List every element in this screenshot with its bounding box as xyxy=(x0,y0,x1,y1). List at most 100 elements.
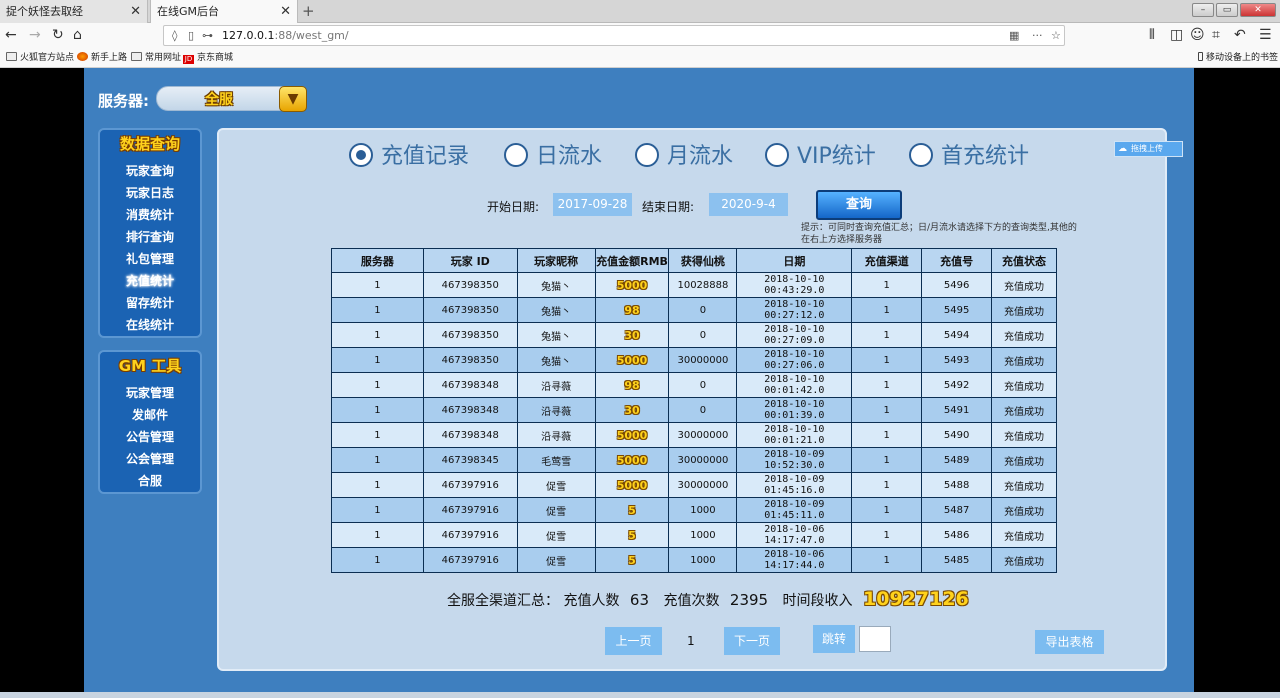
tab-label: 捉个妖怪去取经 xyxy=(6,5,83,18)
close-icon[interactable]: ✕ xyxy=(280,0,291,23)
more-icon[interactable]: ··· xyxy=(1032,26,1043,45)
sidebar-item-gift[interactable]: 礼包管理 xyxy=(100,248,200,270)
sidebar-item-mail[interactable]: 发邮件 xyxy=(100,404,200,426)
sidebar-item-consumption[interactable]: 消费统计 xyxy=(100,204,200,226)
table-cell: 1 xyxy=(851,422,923,448)
sidebar-item-retention[interactable]: 留存统计 xyxy=(100,292,200,314)
sidebar-icon[interactable]: ◫ xyxy=(1170,26,1183,44)
table-cell: 促雪 xyxy=(516,522,596,548)
cell-text: 毛莺雪 xyxy=(541,456,572,468)
jump-page-input[interactable] xyxy=(859,626,891,652)
cell-text: 1000 xyxy=(690,504,716,516)
radio-first-recharge[interactable]: 首充统计 xyxy=(909,142,1029,172)
table-cell: 1 xyxy=(331,422,424,448)
next-page-button[interactable]: 下一页 xyxy=(724,627,780,655)
summary-prefix: 全服全渠道汇总： xyxy=(447,593,559,609)
maximize-icon[interactable]: ▭ xyxy=(1216,3,1238,17)
chevron-down-icon[interactable]: ▼ xyxy=(279,86,307,112)
sidebar-item-notice[interactable]: 公告管理 xyxy=(100,426,200,448)
query-button[interactable]: 查询 xyxy=(816,190,902,220)
star-icon[interactable]: ☆ xyxy=(1051,26,1061,45)
amount-value: 5000 xyxy=(616,353,648,367)
folder-icon xyxy=(6,52,17,61)
bookmark-item[interactable]: 火狐官方站点 xyxy=(6,48,74,68)
upload-button[interactable]: ☁ 拖拽上传 xyxy=(1114,141,1183,157)
cell-text: 2018-10-10 00:27:12.0 xyxy=(764,299,825,321)
table-cell: 5 xyxy=(594,522,670,548)
table-cell: 2018-10-09 10:52:30.0 xyxy=(736,447,853,473)
cell-text: 1 xyxy=(883,379,890,391)
undo-icon[interactable]: ↶ xyxy=(1234,26,1246,44)
screenshot-icon[interactable]: ⌗ xyxy=(1212,26,1220,44)
tab-label: 在线GM后台 xyxy=(157,5,220,18)
cell-text: 30000000 xyxy=(677,429,729,441)
bookmark-item[interactable]: 常用网址 xyxy=(131,48,181,68)
table-cell: 充值成功 xyxy=(991,272,1057,298)
date-filter: 开始日期: 2017-09-28 结束日期: 2020-9-4 查询 xyxy=(219,190,1169,220)
gm-page: 服务器: 全服 ▼ 数据查询 玩家查询 玩家日志 消费统计 排行查询 礼包管理 … xyxy=(84,68,1194,698)
cell-text: 兔猫丶 xyxy=(541,281,572,293)
reload-icon[interactable]: ↻ xyxy=(52,26,64,44)
amount-value: 30 xyxy=(624,403,640,417)
cell-text: 1 xyxy=(883,454,890,466)
radio-daily-flow[interactable]: 日流水 xyxy=(504,142,602,172)
sidebar-item-recharge[interactable]: 充值统计 xyxy=(100,270,200,292)
mobile-bookmarks[interactable]: 移动设备上的书签 xyxy=(1198,48,1278,68)
server-select[interactable]: 全服 ▼ xyxy=(156,86,307,112)
cell-text: 1 xyxy=(883,554,890,566)
sidebar-item-guild[interactable]: 公会管理 xyxy=(100,448,200,470)
hint-text: 提示：可同时查询充值汇总；日/月流水请选择下方的查询类型,其他的在右上方选择服务… xyxy=(801,223,1077,245)
qr-code-icon[interactable]: ▦ xyxy=(1009,26,1019,45)
cell-text: 沿寻薇 xyxy=(541,431,572,443)
new-tab-icon[interactable]: + xyxy=(302,0,315,22)
export-button[interactable]: 导出表格 xyxy=(1035,630,1104,654)
table-cell: 2018-10-10 00:27:09.0 xyxy=(736,322,853,348)
sidebar-item-ranking[interactable]: 排行查询 xyxy=(100,226,200,248)
bookmark-item[interactable]: JD 京东商城 xyxy=(183,48,233,68)
cell-text: 0 xyxy=(699,304,707,316)
jump-button[interactable]: 跳转 xyxy=(813,625,855,653)
cell-text: 2018-10-06 14:17:47.0 xyxy=(764,524,825,546)
table-row: 1 467398345 毛莺雪 5000 30000000 2018-10-09 10:5… xyxy=(331,447,1057,473)
radio-icon xyxy=(504,143,528,167)
table-cell: 5000 xyxy=(594,472,670,498)
table-cell: 沿寻薇 xyxy=(516,422,596,448)
sidebar-item-player-query[interactable]: 玩家查询 xyxy=(100,160,200,182)
radio-recharge-record[interactable]: 充值记录 xyxy=(349,142,469,172)
close-icon[interactable]: ✕ xyxy=(130,0,141,23)
table-cell: 1000 xyxy=(668,547,738,573)
minimize-icon[interactable]: – xyxy=(1192,3,1214,17)
table-cell: 1 xyxy=(851,472,923,498)
radio-vip[interactable]: VIP统计 xyxy=(765,142,876,172)
bookmark-item[interactable]: 新手上路 xyxy=(77,48,127,68)
cell-text: 充值成功 xyxy=(1004,556,1045,568)
sidebar-item-player-manage[interactable]: 玩家管理 xyxy=(100,382,200,404)
start-date-input[interactable]: 2017-09-28 xyxy=(553,193,632,216)
window-close-icon[interactable]: ✕ xyxy=(1240,3,1276,17)
table-cell: 1 xyxy=(331,447,424,473)
table-cell: 沿寻薇 xyxy=(516,372,596,398)
menu-icon[interactable]: ☰ xyxy=(1259,26,1272,44)
prev-page-button[interactable]: 上一页 xyxy=(605,627,662,655)
back-icon[interactable]: ← xyxy=(5,26,17,44)
table-cell: 5496 xyxy=(921,272,993,298)
browser-tab-active[interactable]: 在线GM后台 ✕ xyxy=(150,0,298,23)
forward-icon[interactable]: → xyxy=(29,26,41,44)
home-icon[interactable]: ⌂ xyxy=(73,26,82,44)
amount-value: 5 xyxy=(628,503,636,517)
end-date-input[interactable]: 2020-9-4 xyxy=(709,193,788,216)
radio-monthly-flow[interactable]: 月流水 xyxy=(635,142,733,172)
cell-text: 30000000 xyxy=(677,479,729,491)
table-cell: 30 xyxy=(594,322,670,348)
table-cell: 2018-10-09 01:45:11.0 xyxy=(736,497,853,523)
cell-text: 充值成功 xyxy=(1004,356,1045,368)
account-icon[interactable]: ☺ xyxy=(1190,26,1205,44)
sidebar-item-merge[interactable]: 合服 xyxy=(100,470,200,492)
browser-tab[interactable]: 捉个妖怪去取经 ✕ xyxy=(0,0,148,23)
table-cell: 充值成功 xyxy=(991,422,1057,448)
address-bar[interactable]: ◊ ▯ ⊶ 127.0.0.1:88/west_gm/ ▦ ··· ☆ xyxy=(163,25,1065,46)
column-header: 充值状态 xyxy=(991,248,1057,273)
sidebar-item-online[interactable]: 在线统计 xyxy=(100,314,200,336)
sidebar-item-player-log[interactable]: 玩家日志 xyxy=(100,182,200,204)
library-icon[interactable]: ⫴ xyxy=(1149,26,1155,44)
